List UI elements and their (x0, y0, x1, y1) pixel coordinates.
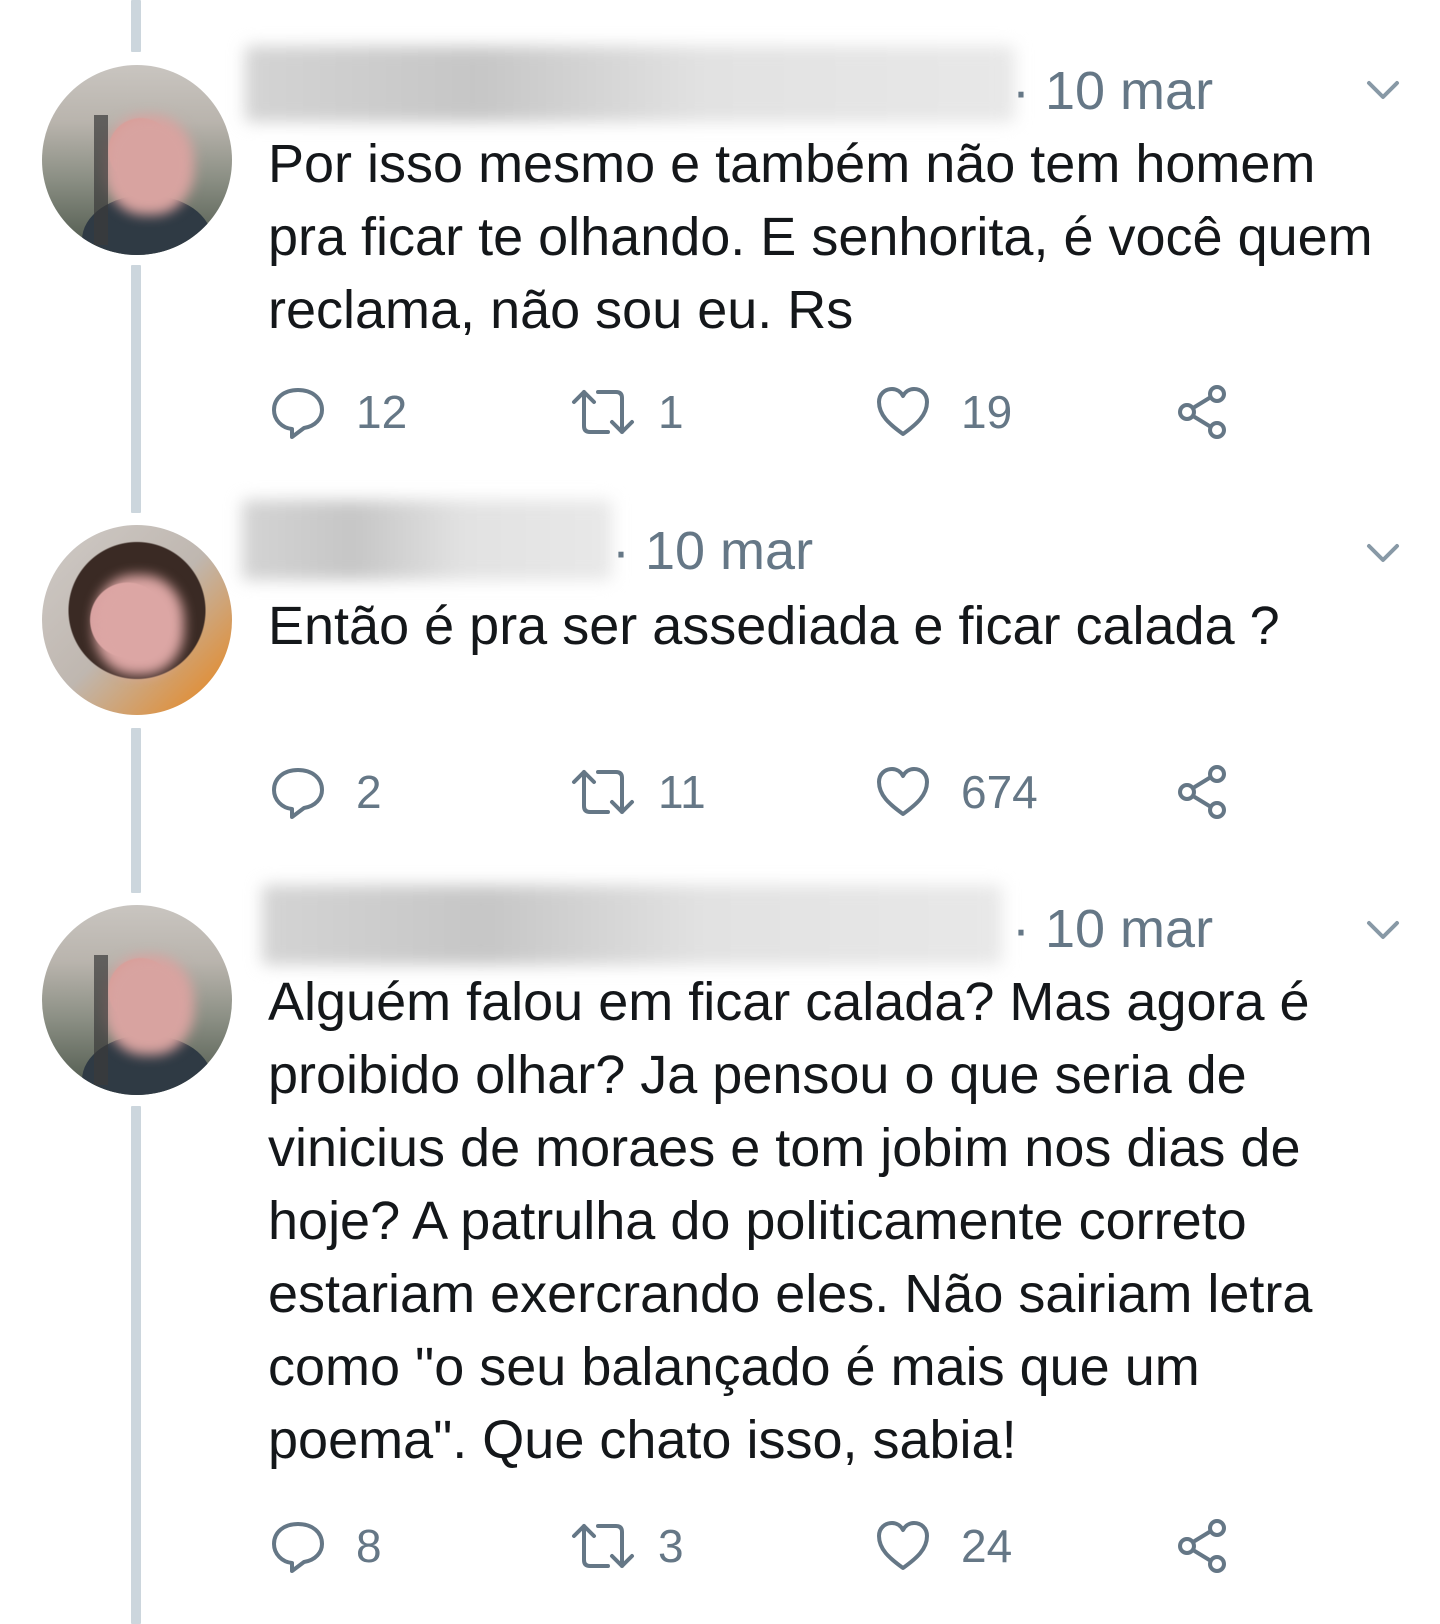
reply-button[interactable]: 12 (270, 384, 407, 440)
retweet-count: 11 (658, 766, 706, 818)
avatar[interactable] (42, 525, 232, 715)
retweet-button[interactable]: 3 (570, 1518, 684, 1574)
like-count: 24 (961, 1520, 1013, 1572)
thread-line (131, 728, 141, 893)
tweet-date[interactable]: · 10 mar (1012, 60, 1213, 122)
avatar[interactable] (42, 905, 232, 1095)
tweet-text: Alguém falou em ficar calada? Mas agora … (268, 972, 1328, 1470)
blurred-username[interactable] (242, 500, 612, 580)
blurred-face (104, 115, 194, 215)
share-icon[interactable] (1175, 1518, 1231, 1574)
like-button[interactable]: 19 (875, 384, 1012, 440)
share-icon[interactable] (1175, 384, 1231, 440)
retweet-button[interactable]: 1 (570, 384, 684, 440)
reply-count: 2 (356, 766, 382, 818)
reply-button[interactable]: 2 (270, 764, 382, 820)
tweet-text: Por isso mesmo e também não tem homem pr… (268, 134, 1388, 340)
reply-icon (272, 388, 324, 439)
blurred-face (104, 955, 194, 1055)
reply-count: 8 (356, 1520, 382, 1572)
thread-line (131, 1106, 141, 1624)
retweet-icon (572, 1524, 634, 1568)
share-icon[interactable] (1175, 764, 1231, 820)
like-button[interactable]: 674 (875, 764, 1038, 820)
retweet-icon (572, 390, 634, 434)
retweet-count: 3 (658, 1520, 684, 1572)
blurred-username[interactable] (245, 46, 1015, 122)
chevron-down-icon[interactable] (1366, 535, 1400, 569)
retweet-icon (572, 770, 634, 814)
like-count: 19 (961, 386, 1013, 438)
retweet-count: 1 (658, 386, 684, 438)
reply-icon (272, 768, 324, 819)
blurred-face (94, 575, 184, 675)
thread-line (131, 0, 141, 52)
heart-icon (877, 387, 929, 436)
thread-line (131, 265, 141, 513)
tweet-date[interactable]: · 10 mar (1012, 898, 1213, 960)
heart-icon (877, 1521, 929, 1570)
avatar[interactable] (42, 65, 232, 255)
tweet-text: Então é pra ser assediada e ficar calada… (268, 596, 1280, 656)
reply-button[interactable]: 8 (270, 1518, 382, 1574)
reply-count: 12 (356, 386, 408, 438)
blurred-username[interactable] (262, 885, 1002, 965)
chevron-down-icon[interactable] (1366, 912, 1400, 946)
reply-icon (272, 1522, 324, 1573)
like-count: 674 (961, 766, 1038, 818)
heart-icon (877, 767, 929, 816)
retweet-button[interactable]: 11 (570, 764, 706, 820)
tweet-date[interactable]: · 10 mar (612, 520, 813, 582)
chevron-down-icon[interactable] (1366, 72, 1400, 106)
like-button[interactable]: 24 (875, 1518, 1012, 1574)
